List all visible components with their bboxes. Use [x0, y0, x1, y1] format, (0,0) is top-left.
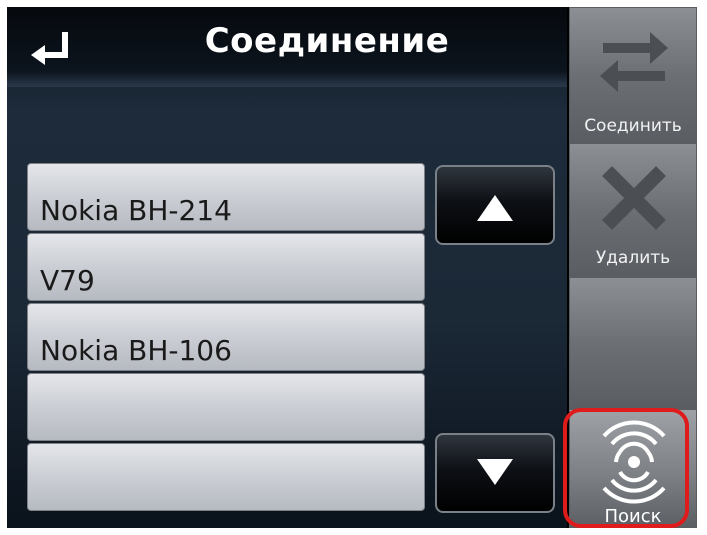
triangle-up-icon [477, 195, 513, 221]
radar-icon [602, 420, 666, 504]
title-bar: Соединение [7, 7, 567, 87]
connect-label: Соединить [584, 116, 682, 136]
search-label: Поиск [604, 506, 662, 527]
scroll-down-button[interactable] [435, 433, 555, 513]
swap-arrows-icon [600, 32, 668, 92]
screen: Соединение Nokia BH-214 V79 Nokia BH-106 [7, 7, 697, 528]
list-item[interactable]: Nokia BH-106 [27, 303, 425, 371]
device-name: Nokia BH-214 [40, 194, 232, 227]
delete-label: Удалить [595, 248, 671, 268]
connect-button[interactable]: Соединить [569, 7, 697, 143]
back-button[interactable] [21, 29, 81, 73]
search-button[interactable]: Поиск [569, 409, 697, 528]
scroll-up-button[interactable] [435, 165, 555, 245]
device-name: Nokia BH-106 [40, 334, 232, 367]
device-name: V79 [40, 264, 95, 297]
main-panel: Соединение Nokia BH-214 V79 Nokia BH-106 [7, 7, 567, 528]
sidebar: Соединить Удалить Поиск [569, 7, 697, 528]
delete-button[interactable]: Удалить [569, 143, 697, 277]
page-title: Соединение [204, 21, 450, 61]
list-item[interactable]: Nokia BH-214 [27, 163, 425, 231]
triangle-down-icon [477, 459, 513, 485]
list-item[interactable] [27, 373, 425, 441]
back-arrow-icon [31, 32, 68, 65]
x-icon [602, 166, 666, 230]
empty-side-button[interactable] [569, 277, 697, 409]
list-item[interactable] [27, 443, 425, 511]
list-item[interactable]: V79 [27, 233, 425, 301]
